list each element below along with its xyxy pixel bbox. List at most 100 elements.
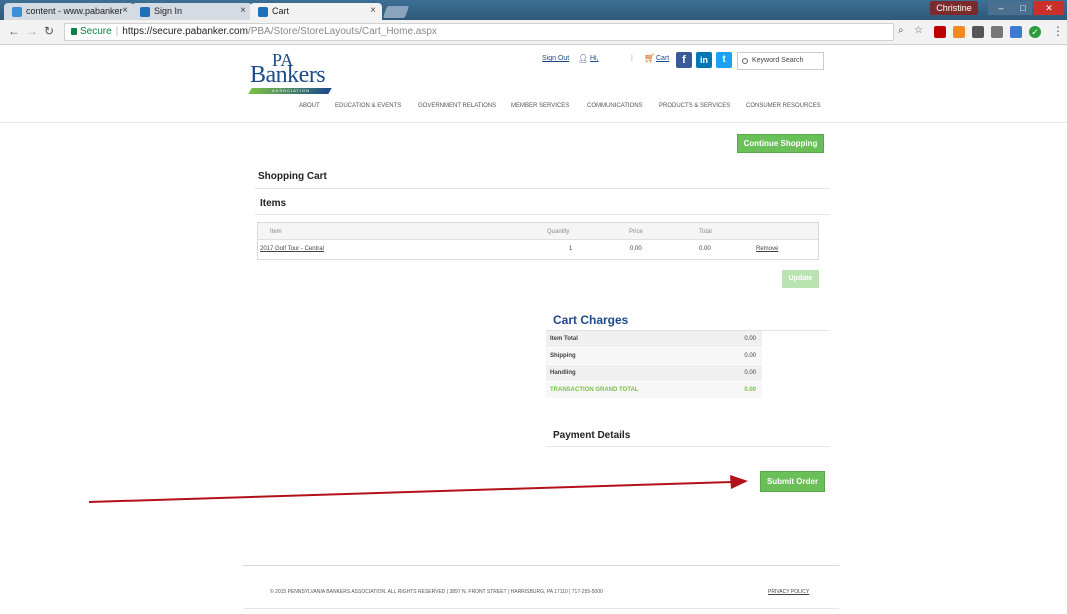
charge-label: TRANSACTION GRAND TOTAL — [550, 387, 639, 393]
nav-education-events[interactable]: EDUCATION & EVENTS — [335, 103, 401, 109]
shopping-cart-heading: Shopping Cart — [258, 171, 327, 182]
browser-tab-content[interactable]: content - www.pabanker × — [4, 3, 134, 20]
logo-line2: Bankers — [250, 62, 326, 88]
cart-items-table: Item Quantity Price Total 2017 Golf Tour… — [257, 222, 819, 260]
items-heading: Items — [260, 198, 287, 209]
footer-divider — [243, 565, 839, 566]
profile-button[interactable]: Christine — [930, 1, 978, 15]
nav-member-services[interactable]: MEMBER SERVICES — [511, 103, 569, 109]
twitter-icon[interactable]: t — [716, 52, 732, 68]
charge-row-shipping: Shipping 0.00 — [546, 348, 762, 365]
minimize-icon[interactable]: – — [988, 1, 1014, 15]
lock-icon — [71, 28, 77, 35]
browser-tab-strip: content - www.pabanker × Sign In × Cart … — [0, 0, 1067, 20]
charge-value: 0.00 — [744, 370, 756, 376]
maximize-icon[interactable]: □ — [1014, 1, 1032, 15]
extension-shield-icon[interactable] — [972, 26, 984, 38]
heading-divider — [255, 188, 830, 189]
item-name-link[interactable]: 2017 Golf Tour - Central — [260, 246, 324, 252]
nav-about[interactable]: ABOUT — [299, 103, 320, 109]
footer-bottom-divider — [243, 608, 839, 609]
extension-acrobat-icon[interactable] — [934, 26, 946, 38]
browser-menu-icon[interactable]: ⋮ — [1052, 24, 1064, 38]
cart-charges-table: Item Total 0.00 Shipping 0.00 Handling 0… — [546, 331, 762, 399]
nav-products-services[interactable]: PRODUCTS & SERVICES — [659, 103, 730, 109]
pa-bankers-logo[interactable]: PA Bankers ASSOCIATION — [248, 50, 340, 95]
item-price: 0.00 — [630, 246, 642, 252]
forward-arrow-icon[interactable]: → — [26, 24, 38, 38]
tab-favicon-icon — [12, 7, 22, 17]
nav-consumer-resources[interactable]: CONSUMER RESOURCES — [746, 103, 821, 109]
tab-close-icon[interactable]: × — [370, 5, 376, 16]
zoom-icon[interactable]: ⌕ — [898, 25, 904, 36]
charge-label: Handling — [550, 370, 576, 376]
footer-copyright: © 2015 PENNSYLVANIA BANKERS ASSOCIATION.… — [270, 589, 603, 595]
charge-label: Item Total — [550, 336, 578, 342]
col-price: Price — [629, 229, 643, 235]
keyword-search-input[interactable]: Keyword Search — [737, 52, 824, 70]
close-window-icon[interactable]: ✕ — [1034, 1, 1064, 15]
update-button[interactable]: Update — [782, 270, 819, 288]
logo-tagline: ASSOCIATION — [272, 88, 311, 93]
tab-favicon-icon — [258, 7, 268, 17]
browser-tab-sign-in[interactable]: Sign In × — [132, 3, 252, 20]
search-icon — [742, 58, 748, 64]
charge-value: 0.00 — [744, 336, 756, 342]
extension-orange-icon[interactable] — [953, 26, 965, 38]
linkedin-icon[interactable]: in — [696, 52, 712, 68]
browser-tab-cart[interactable]: Cart × — [250, 3, 382, 20]
annotation-arrow — [88, 475, 748, 503]
payment-divider — [546, 446, 830, 447]
extension-square-icon[interactable] — [991, 26, 1003, 38]
cart-charges-heading: Cart Charges — [553, 313, 629, 327]
charge-value: 0.00 — [744, 353, 756, 359]
sign-out-link[interactable]: Sign Out — [542, 55, 569, 62]
tab-favicon-icon — [140, 7, 150, 17]
tab-title: Sign In — [154, 6, 183, 16]
facebook-icon[interactable]: f — [676, 52, 692, 68]
extension-blue-icon[interactable] — [1010, 26, 1022, 38]
items-divider — [255, 214, 830, 215]
nav-divider — [0, 122, 1067, 123]
col-total: Total — [699, 229, 712, 235]
tab-close-icon[interactable]: × — [122, 5, 128, 16]
charge-row-grand-total: TRANSACTION GRAND TOTAL 0.00 — [546, 382, 762, 399]
bookmark-star-icon[interactable]: ☆ — [914, 25, 923, 36]
new-tab-button[interactable] — [382, 6, 410, 18]
url-path: /PBA/Store/StoreLayouts/Cart_Home.aspx — [247, 26, 437, 37]
annotation-arrow-head — [730, 475, 748, 489]
tab-close-icon[interactable]: × — [240, 5, 246, 16]
user-icon: 👤︎ — [578, 54, 589, 63]
nav-government-relations[interactable]: GOVERNMENT RELATIONS — [418, 103, 496, 109]
col-item: Item — [270, 229, 282, 235]
header-divider: | — [631, 55, 633, 62]
back-arrow-icon[interactable]: ← — [8, 24, 20, 38]
url-input[interactable]: Secure | https://secure.pabanker.com/PBA/S… — [64, 23, 894, 41]
item-total: 0.00 — [699, 246, 711, 252]
charge-label: Shipping — [550, 353, 576, 359]
payment-details-heading: Payment Details — [553, 430, 631, 441]
item-quantity: 1 — [569, 246, 573, 252]
cart-link[interactable]: Cart — [656, 55, 669, 62]
charge-row-handling: Handling 0.00 — [546, 365, 762, 382]
col-quantity: Quantity — [547, 229, 570, 235]
annotation-arrow-line — [88, 481, 733, 503]
table-header: Item Quantity Price Total — [258, 223, 818, 240]
continue-shopping-button[interactable]: Continue Shopping — [737, 134, 824, 153]
charge-row-item-total: Item Total 0.00 — [546, 331, 762, 348]
charge-value: 0.00 — [744, 387, 756, 393]
tab-title: Cart — [272, 6, 290, 16]
address-bar-row: ← → ↻ Secure | https://secure.pabanker.com… — [0, 20, 1067, 45]
submit-order-button[interactable]: Submit Order — [760, 471, 825, 492]
url-separator: | — [115, 26, 119, 37]
reload-icon[interactable]: ↻ — [44, 24, 54, 38]
privacy-policy-link[interactable]: PRIVACY POLICY — [768, 589, 809, 595]
greeting-link[interactable]: Hi, — [590, 55, 599, 62]
extension-check-icon[interactable]: ✓ — [1029, 26, 1041, 38]
url-host: https://secure.pabanker.com — [122, 26, 248, 37]
cart-icon[interactable]: 🛒︎ — [644, 53, 655, 64]
tab-title: content - www.pabanker — [26, 6, 123, 16]
nav-communications[interactable]: COMMUNICATIONS — [587, 103, 643, 109]
remove-item-link[interactable]: Remove — [756, 246, 778, 252]
secure-label: Secure — [80, 26, 112, 37]
